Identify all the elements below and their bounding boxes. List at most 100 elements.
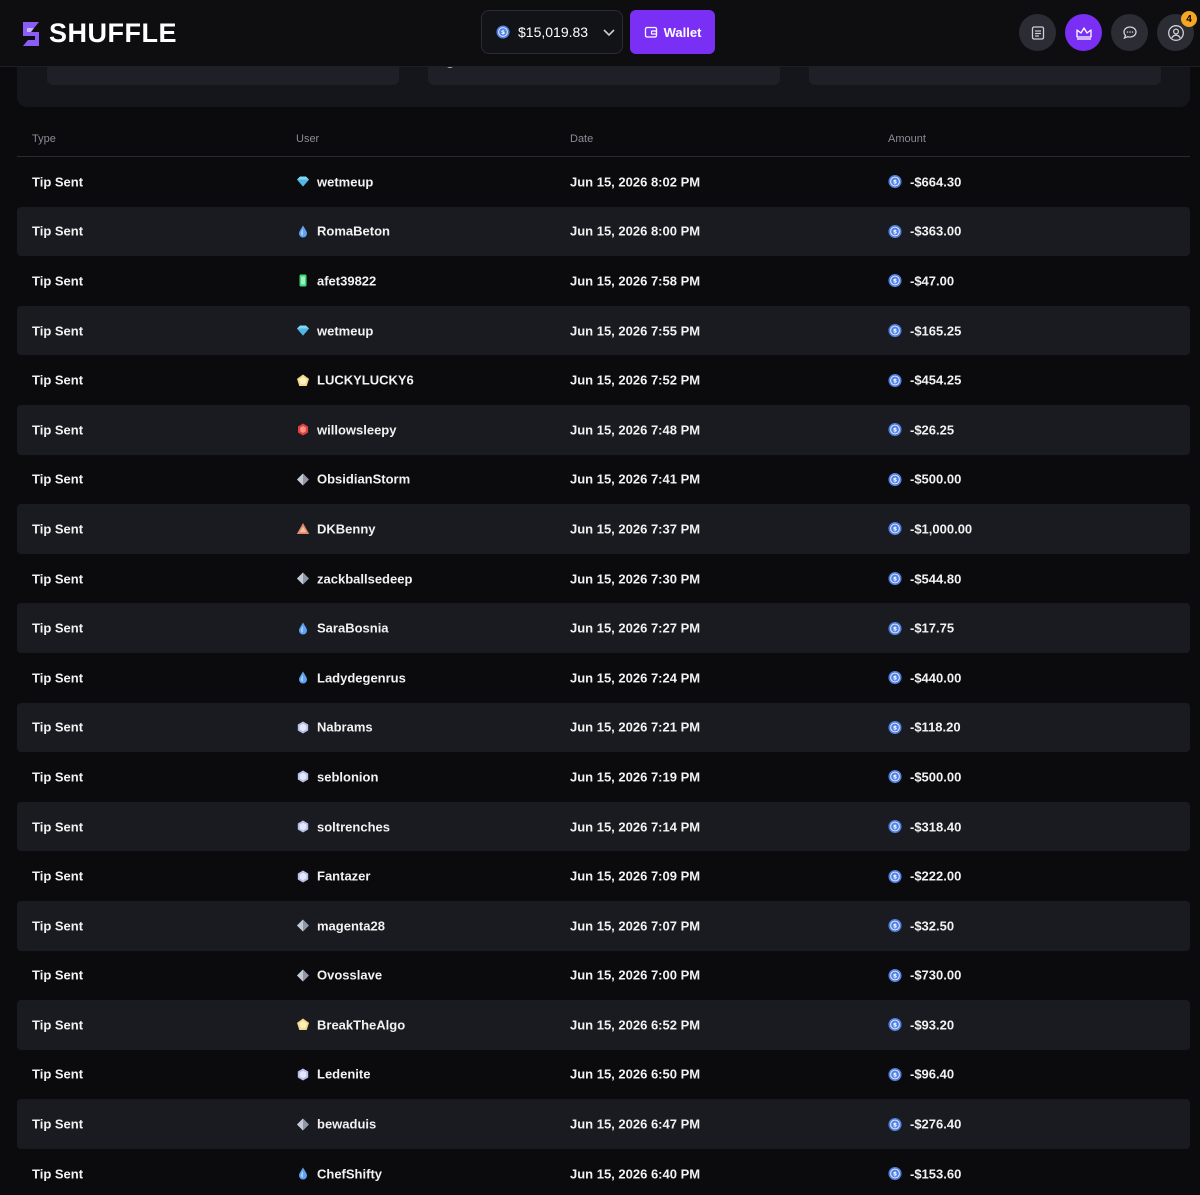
amount-value: -$165.25: [910, 323, 962, 339]
amount-value: -$500.00: [910, 769, 962, 785]
amount-value: -$222.00: [910, 868, 962, 884]
user-link[interactable]: Ladydegenrus: [296, 670, 406, 685]
vip-button[interactable]: [1065, 14, 1102, 51]
username: seblonion: [317, 769, 379, 785]
transaction-type: Tip Sent: [32, 1116, 84, 1132]
transaction-type: Tip Sent: [32, 223, 84, 239]
user-link[interactable]: wetmeup: [296, 174, 373, 189]
user-link[interactable]: ChefShifty: [296, 1166, 382, 1181]
svg-text:$: $: [893, 774, 897, 781]
svg-text:$: $: [893, 1171, 897, 1178]
transaction-amount: $ -$500.00: [888, 472, 961, 487]
transaction-date: Jun 15, 2026 6:47 PM: [570, 1116, 701, 1132]
user-link[interactable]: zackballsedeep: [296, 571, 412, 586]
user-link[interactable]: LUCKYLUCKY6: [296, 373, 414, 388]
user-icon: [1167, 24, 1184, 41]
table-row: Tip Sent Nabrams Jun 15, 2026 7:21 PM $ -$11…: [17, 702, 1190, 753]
user-link[interactable]: BreakTheAlgo: [296, 1017, 405, 1032]
user-link[interactable]: Ledenite: [296, 1067, 370, 1082]
chat-button[interactable]: [1111, 14, 1148, 51]
hexagon-silver-icon: [296, 720, 310, 734]
transaction-date: Jun 15, 2026 7:00 PM: [570, 967, 701, 983]
user-link[interactable]: Fantazer: [296, 869, 370, 884]
username: zackballsedeep: [317, 571, 413, 587]
transaction-amount: $ -$664.30: [888, 174, 961, 189]
transactions-table: Tip Sent wetmeup Jun 15, 2026 8:02 PM $ -$66…: [17, 157, 1190, 1195]
user-link[interactable]: bewaduis: [296, 1117, 376, 1132]
table-row: Tip Sent zackballsedeep Jun 15, 2026 7:30 …: [17, 554, 1190, 604]
transaction-type: Tip Sent: [32, 819, 84, 835]
hexagon-silver-icon: [296, 820, 310, 834]
amount-value: -$47.00: [910, 273, 955, 289]
svg-text:$: $: [893, 824, 897, 831]
table-row: Tip Sent SaraBosnia Jun 15, 2026 7:27 PM $ -…: [17, 603, 1190, 653]
username: magenta28: [317, 918, 385, 934]
transaction-amount: $ -$363.00: [888, 224, 961, 239]
receipt-icon: [1031, 25, 1044, 40]
svg-text:$: $: [893, 1121, 897, 1128]
transactions-button[interactable]: [1019, 14, 1056, 51]
transaction-amount: $ -$544.80: [888, 571, 961, 586]
username: LUCKYLUCKY6: [317, 372, 414, 388]
transaction-amount: $ -$96.40: [888, 1067, 954, 1082]
amount-value: -$363.00: [910, 223, 962, 239]
coin-icon: $: [888, 869, 902, 883]
transaction-date: Jun 15, 2026 8:00 PM: [570, 223, 701, 239]
user-link[interactable]: DKBenny: [296, 521, 376, 536]
user-link[interactable]: SaraBosnia: [296, 621, 389, 636]
column-date: Date: [570, 133, 594, 145]
coin-icon: $: [888, 423, 902, 437]
svg-text:$: $: [893, 526, 897, 533]
user-link[interactable]: Ovosslave: [296, 968, 382, 983]
transaction-amount: $ -$17.75: [888, 621, 954, 636]
transaction-amount: $ -$454.25: [888, 373, 961, 388]
username: Ledenite: [317, 1066, 371, 1082]
user-link[interactable]: soltrenches: [296, 819, 390, 834]
transaction-type: Tip Sent: [32, 769, 84, 785]
coin-icon: $: [888, 621, 902, 635]
username: wetmeup: [317, 323, 374, 339]
amount-value: -$276.40: [910, 1116, 962, 1132]
table-row: Tip Sent bewaduis Jun 15, 2026 6:47 PM $ -$2…: [17, 1099, 1190, 1149]
pentagon-gold-icon: [296, 373, 310, 387]
top-bar: SHUFFLE $ $15,019.83 Wallet 4: [0, 0, 1200, 67]
balance-amount: $15,019.83: [518, 24, 589, 40]
transaction-type: Tip Sent: [32, 670, 84, 686]
table-row: Tip Sent BreakTheAlgo Jun 15, 2026 6:52 PM…: [17, 1000, 1190, 1050]
coin-icon: $: [888, 522, 902, 536]
transaction-date: Jun 15, 2026 8:02 PM: [570, 174, 701, 190]
username: BreakTheAlgo: [317, 1017, 406, 1033]
svg-text:$: $: [893, 427, 897, 434]
coin-icon: $: [496, 25, 510, 39]
column-amount: Amount: [888, 133, 926, 145]
user-link[interactable]: afet39822: [296, 273, 376, 288]
user-link[interactable]: willowsleepy: [296, 422, 396, 437]
wallet-button[interactable]: Wallet: [630, 10, 715, 54]
username: soltrenches: [317, 819, 390, 835]
amount-value: -$1,000.00: [910, 521, 973, 537]
profile-button[interactable]: 4: [1157, 11, 1197, 51]
logo[interactable]: SHUFFLE: [19, 18, 177, 49]
steel-rhombus-icon: [296, 472, 310, 486]
amount-value: -$32.50: [910, 918, 955, 934]
balance-selector[interactable]: $ $15,019.83: [481, 10, 623, 54]
transaction-date: Jun 15, 2026 7:55 PM: [570, 323, 701, 339]
transaction-date: Jun 15, 2026 7:09 PM: [570, 868, 701, 884]
droplet-icon: [296, 621, 310, 635]
user-link[interactable]: Nabrams: [296, 720, 373, 735]
user-link[interactable]: wetmeup: [296, 323, 373, 338]
user-link[interactable]: seblonion: [296, 769, 378, 784]
user-link[interactable]: ObsidianStorm: [296, 472, 410, 487]
amount-value: -$440.00: [910, 670, 962, 686]
amount-value: -$26.25: [910, 422, 955, 438]
diamond-icon: [296, 175, 310, 189]
table-row: Tip Sent ObsidianStorm Jun 15, 2026 7:41 P…: [17, 455, 1190, 505]
user-link[interactable]: RomaBeton: [296, 224, 390, 239]
svg-text:$: $: [893, 1072, 897, 1079]
coin-icon: $: [888, 968, 902, 982]
transaction-amount: $ -$500.00: [888, 769, 961, 784]
transaction-date: Jun 15, 2026 7:24 PM: [570, 670, 701, 686]
user-link[interactable]: magenta28: [296, 918, 385, 933]
coin-icon: $: [888, 274, 902, 288]
droplet-icon: [296, 1167, 310, 1181]
